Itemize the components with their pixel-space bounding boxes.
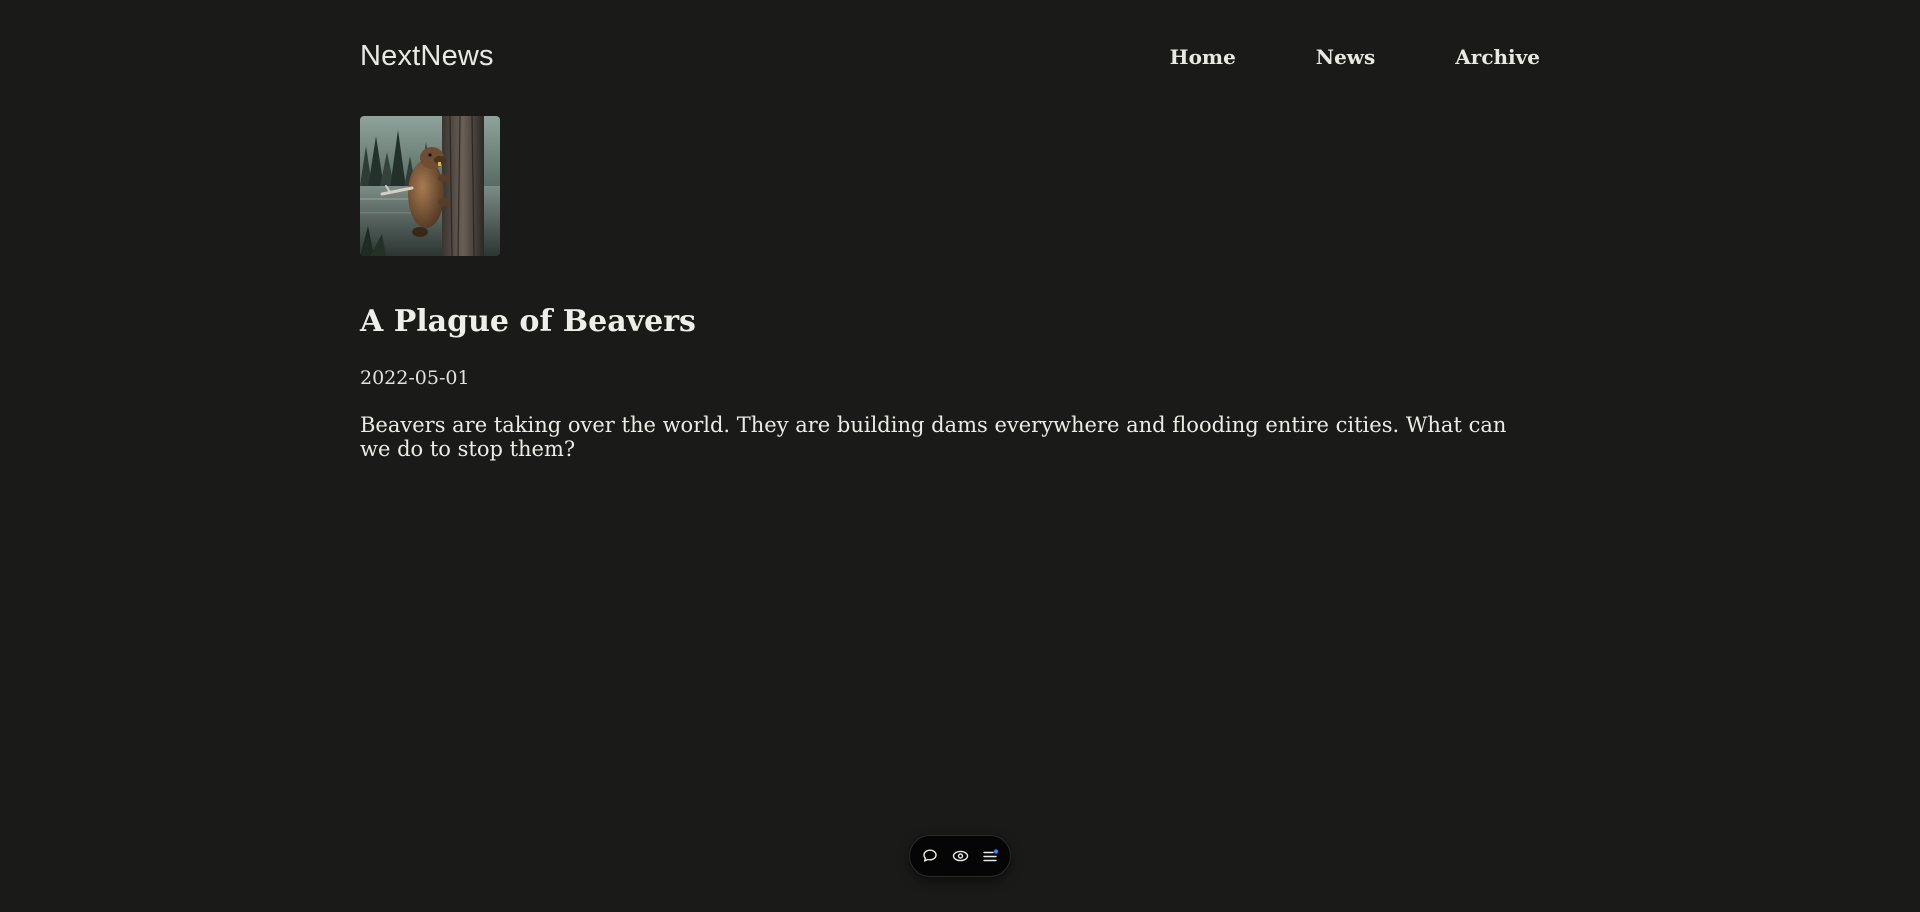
beaver-illustration xyxy=(360,116,500,256)
article-image[interactable] xyxy=(360,116,500,256)
page-container: NextNews Home News Archive A Plague of B… xyxy=(360,0,1540,482)
site-header: NextNews Home News Archive xyxy=(360,0,1540,116)
nav-news[interactable]: News xyxy=(1316,45,1375,69)
site-logo[interactable]: NextNews xyxy=(360,40,494,73)
article-excerpt: Beavers are taking over the world. They … xyxy=(360,413,1507,461)
floating-toolbar xyxy=(910,836,1010,876)
nav-archive[interactable]: Archive xyxy=(1455,45,1540,69)
nav-home[interactable]: Home xyxy=(1170,45,1236,69)
main-nav: Home News Archive xyxy=(1170,45,1540,69)
eye-icon[interactable] xyxy=(951,847,969,865)
comment-icon[interactable] xyxy=(921,847,939,865)
notification-dot xyxy=(993,849,998,854)
article-title[interactable]: A Plague of Beavers xyxy=(360,304,1540,339)
article-date: 2022-05-01 xyxy=(360,367,470,389)
menu-icon[interactable] xyxy=(981,847,999,865)
